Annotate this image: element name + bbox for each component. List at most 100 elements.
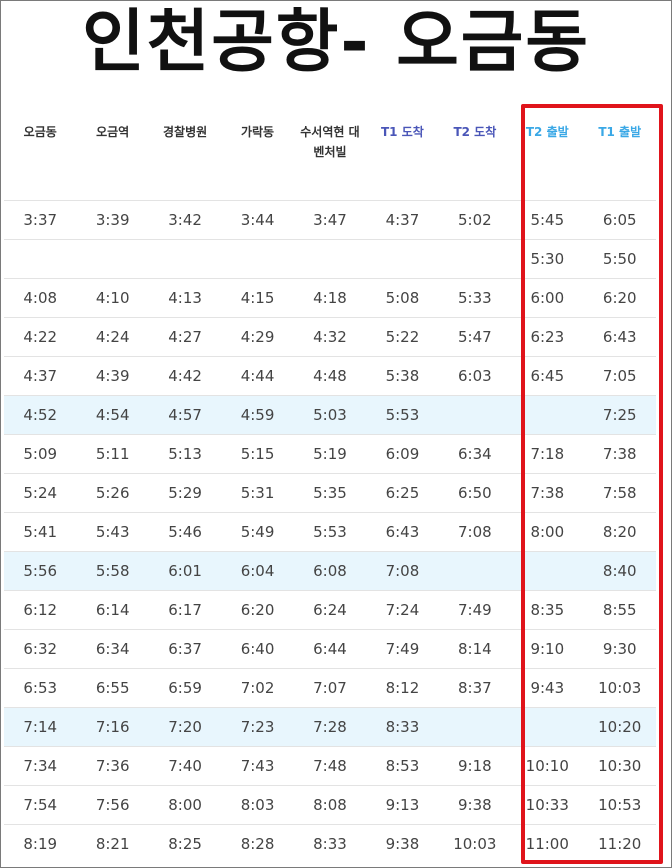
table-cell: 8:00 — [148, 785, 222, 825]
table-cell: 8:33 — [366, 707, 439, 747]
table-cell: 8:28 — [221, 824, 294, 863]
table-cell: 5:31 — [221, 473, 294, 513]
table-cell: 8:03 — [221, 785, 294, 825]
table-cell: 9:38 — [438, 785, 512, 825]
table-cell: 7:24 — [366, 590, 439, 630]
table-cell: 8:53 — [366, 746, 439, 786]
table-cell: 4:08 — [4, 278, 77, 318]
table-cell: 6:55 — [76, 668, 149, 708]
column-header-t1-arrival: T1 도착 — [381, 125, 424, 139]
table-cell: 5:11 — [76, 434, 149, 474]
table-cell — [366, 239, 439, 279]
table-cell: 4:29 — [221, 317, 294, 357]
table-cell: 4:48 — [293, 356, 367, 396]
table-cell: 5:26 — [76, 473, 149, 513]
table-cell: 7:43 — [221, 746, 294, 786]
table-cell: 7:08 — [366, 551, 439, 591]
table-cell: 6:25 — [366, 473, 439, 513]
table-cell: 4:54 — [76, 395, 149, 435]
table-cell — [76, 239, 149, 279]
table-cell: 8:12 — [366, 668, 439, 708]
table-cell: 5:02 — [438, 200, 512, 240]
table-cell: 5:08 — [366, 278, 439, 318]
table-cell: 5:13 — [148, 434, 222, 474]
table-cell: 7:40 — [148, 746, 222, 786]
table-cell: 4:24 — [76, 317, 149, 357]
table-cell: 5:15 — [221, 434, 294, 474]
column-header-suseo: 수서역현 대벤처빌 — [300, 125, 360, 159]
table-cell — [4, 239, 77, 279]
table-cell — [221, 239, 294, 279]
table-cell: 7:23 — [221, 707, 294, 747]
table-cell — [293, 239, 367, 279]
column-header-ogeum-station: 오금역 — [96, 125, 130, 139]
table-cell: 4:37 — [366, 200, 439, 240]
table-cell: 6:12 — [4, 590, 77, 630]
table-cell: 5:19 — [293, 434, 367, 474]
table-cell: 4:59 — [221, 395, 294, 435]
table-cell — [438, 239, 512, 279]
page-title: 인천공항- 오금동 — [82, 3, 590, 82]
table-cell: 7:16 — [76, 707, 149, 747]
table-cell: 4:52 — [4, 395, 77, 435]
table-cell: 7:48 — [293, 746, 367, 786]
table-cell: 5:33 — [438, 278, 512, 318]
table-cell: 6:34 — [438, 434, 512, 474]
table-cell: 5:46 — [148, 512, 222, 552]
column-header-ogeumdong: 오금동 — [23, 125, 57, 139]
column-header-police-hospital: 경찰병원 — [163, 125, 208, 139]
table-cell: 5:49 — [221, 512, 294, 552]
table-cell: 7:07 — [293, 668, 367, 708]
table-cell: 4:15 — [221, 278, 294, 318]
table-cell: 6:37 — [148, 629, 222, 669]
table-cell: 4:39 — [76, 356, 149, 396]
table-cell: 5:41 — [4, 512, 77, 552]
table-cell: 5:56 — [4, 551, 77, 591]
table-cell: 4:37 — [4, 356, 77, 396]
table-cell: 6:53 — [4, 668, 77, 708]
table-cell: 4:18 — [293, 278, 367, 318]
table-cell: 5:03 — [293, 395, 367, 435]
table-cell: 7:56 — [76, 785, 149, 825]
table-cell: 7:36 — [76, 746, 149, 786]
table-cell: 6:24 — [293, 590, 367, 630]
table-cell: 3:39 — [76, 200, 149, 240]
table-cell: 7:02 — [221, 668, 294, 708]
table-cell: 6:59 — [148, 668, 222, 708]
table-cell: 3:37 — [4, 200, 77, 240]
table-cell: 6:03 — [438, 356, 512, 396]
table-cell: 4:27 — [148, 317, 222, 357]
table-cell: 9:13 — [366, 785, 439, 825]
table-cell: 8:33 — [293, 824, 367, 863]
table-cell: 9:18 — [438, 746, 512, 786]
table-cell: 4:22 — [4, 317, 77, 357]
table-cell: 8:14 — [438, 629, 512, 669]
table-cell: 5:29 — [148, 473, 222, 513]
table-cell: 6:08 — [293, 551, 367, 591]
table-cell: 6:32 — [4, 629, 77, 669]
table-cell: 8:37 — [438, 668, 512, 708]
table-cell — [438, 551, 512, 591]
table-cell: 5:09 — [4, 434, 77, 474]
table-cell — [148, 239, 222, 279]
table-cell: 8:08 — [293, 785, 367, 825]
table-cell: 8:25 — [148, 824, 222, 863]
departure-highlight-box — [521, 104, 663, 864]
table-cell: 4:32 — [293, 317, 367, 357]
table-cell: 5:58 — [76, 551, 149, 591]
table-cell: 4:44 — [221, 356, 294, 396]
table-cell: 3:44 — [221, 200, 294, 240]
table-cell: 6:01 — [148, 551, 222, 591]
table-cell: 6:50 — [438, 473, 512, 513]
table-cell: 5:35 — [293, 473, 367, 513]
table-cell: 7:49 — [438, 590, 512, 630]
table-cell: 6:17 — [148, 590, 222, 630]
table-cell: 6:44 — [293, 629, 367, 669]
table-cell: 5:24 — [4, 473, 77, 513]
table-cell: 4:57 — [148, 395, 222, 435]
table-cell: 5:53 — [293, 512, 367, 552]
table-cell: 8:21 — [76, 824, 149, 863]
table-cell: 7:20 — [148, 707, 222, 747]
table-cell: 5:43 — [76, 512, 149, 552]
table-cell: 6:14 — [76, 590, 149, 630]
